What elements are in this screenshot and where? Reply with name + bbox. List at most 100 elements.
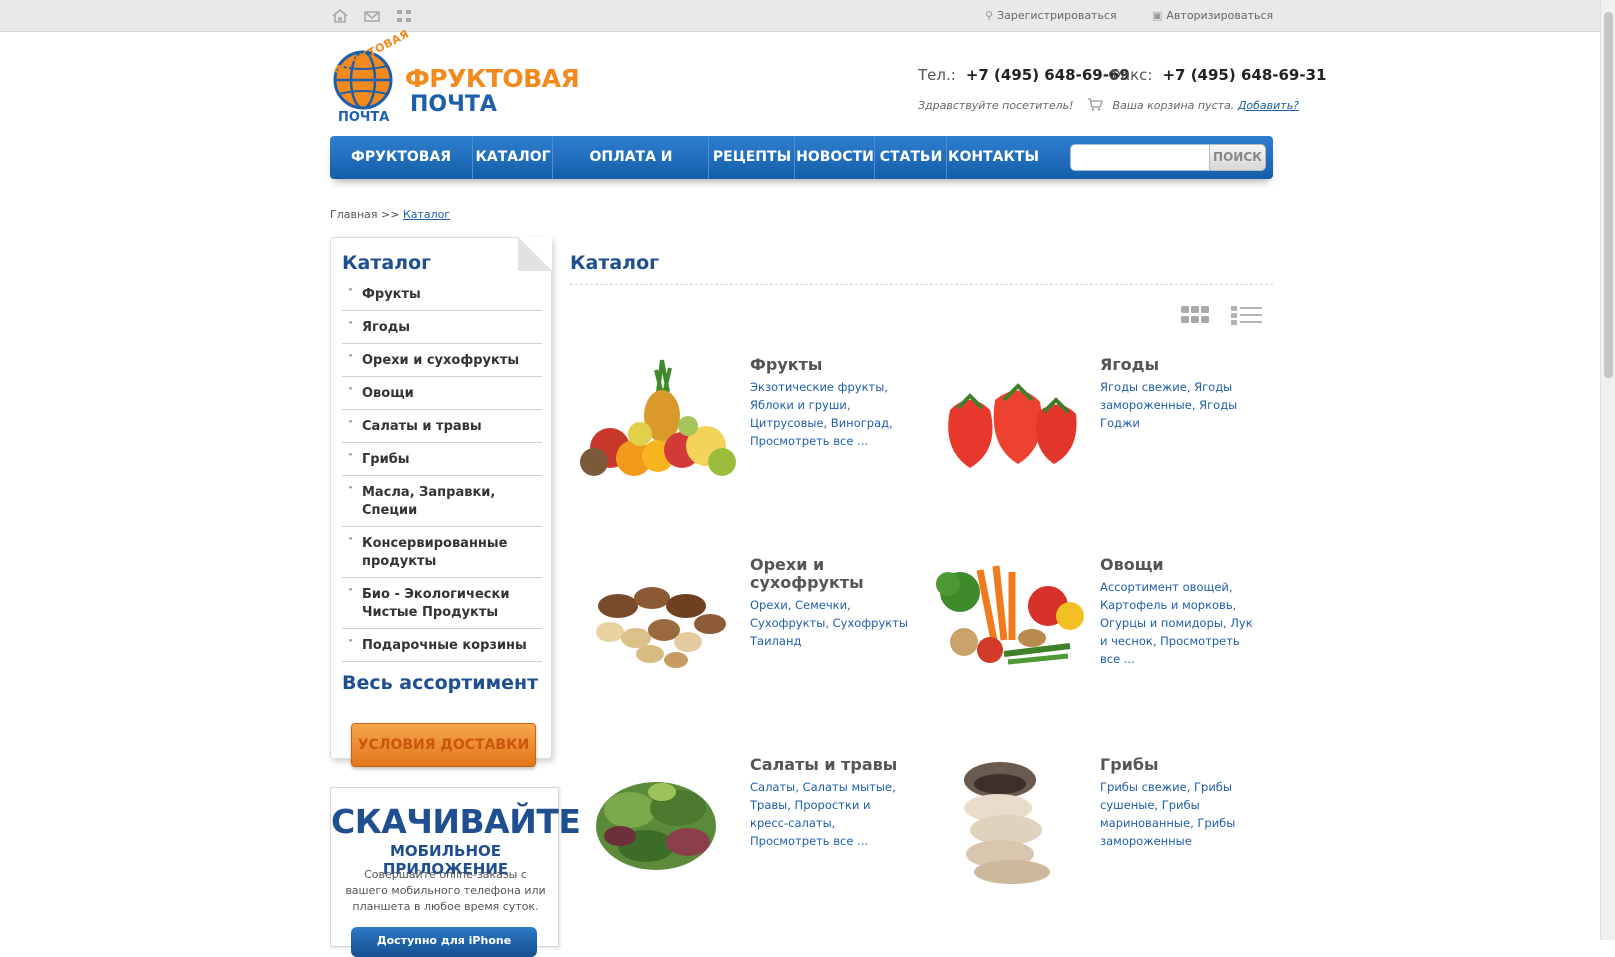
sidebar-item-label: Овощи — [362, 386, 414, 401]
logo-bottom-text: ПОЧТА — [338, 110, 390, 125]
logo-title-line1: ФРУКТОВАЯ — [405, 64, 580, 93]
cart-add-link[interactable]: Добавить? — [1238, 99, 1299, 112]
chevron-down-icon: ˅ — [348, 486, 353, 497]
app-promo-box: СКАЧИВАЙТЕ МОБИЛЬНОЕ ПРИЛОЖЕНИЕ Совершай… — [330, 787, 581, 957]
page-title: Каталог — [570, 252, 660, 274]
greeting-text: Здравствуйте посетитель! — [918, 99, 1074, 112]
search-input[interactable] — [1070, 144, 1210, 171]
breadcrumb-home[interactable]: Главная — [330, 208, 378, 221]
fruits-image[interactable] — [570, 350, 745, 490]
mushrooms-image[interactable] — [920, 750, 1095, 890]
sidebar-item-label: Салаты и травы — [362, 419, 482, 434]
sidebar-category-list: ˅ Фрукты ˅ Ягоды ˅ Орехи и сухофрукты ˅ Овощ… — [342, 278, 542, 662]
all-assortment-link[interactable]: Весь ассортимент — [342, 672, 538, 694]
category-card-fruits: Фрукты Экзотические фрукты, Яблоки и гру… — [570, 350, 910, 520]
sidebar-item-bio[interactable]: ˅ Био - Экологически Чистые Продукты — [342, 578, 542, 629]
sidebar-item-vegetables[interactable]: ˅ Овощи — [342, 377, 542, 410]
fax-number: +7 (495) 648-69-31 — [1162, 66, 1327, 84]
chevron-down-icon: ˅ — [348, 588, 353, 599]
sidebar-item-berries[interactable]: ˅ Ягоды — [342, 311, 542, 344]
nuts-image[interactable] — [570, 550, 745, 690]
sidebar-item-canned[interactable]: ˅ Консервированные продукты — [342, 527, 542, 578]
category-title[interactable]: Фрукты — [750, 356, 910, 374]
page-fold-corner — [518, 237, 552, 271]
chevron-down-icon: ˅ — [348, 354, 353, 365]
category-card-salads: Салаты и травы Салаты, Салаты мытые, Тра… — [570, 750, 910, 920]
sidebar-item-label: Ягоды — [362, 320, 410, 335]
breadcrumb-current[interactable]: Каталог — [403, 208, 450, 221]
sidebar-item-label: Био - Экологически Чистые Продукты — [362, 587, 510, 620]
register-label: Зарегистрироваться — [997, 9, 1117, 22]
app-store-button[interactable]: Доступно для iPhone — [351, 927, 537, 957]
chevron-down-icon: ˅ — [348, 453, 353, 464]
key-icon: ⚲ — [985, 9, 994, 22]
page-scrollbar[interactable] — [1600, 0, 1615, 940]
sidebar-item-mushrooms[interactable]: ˅ Грибы — [342, 443, 542, 476]
sidebar-item-salads[interactable]: ˅ Салаты и травы — [342, 410, 542, 443]
login-link[interactable]: ▣ Авторизироваться — [1152, 9, 1273, 22]
category-subcategory-links[interactable]: Грибы свежие, Грибы сушеные, Грибы марин… — [1100, 778, 1260, 850]
chevron-down-icon: ˅ — [348, 321, 353, 332]
phone-number: +7 (495) 648-69-69 — [965, 66, 1130, 84]
mail-icon[interactable] — [363, 8, 381, 24]
salad-greens-image[interactable] — [570, 750, 745, 890]
category-subcategory-links[interactable]: Экзотические фрукты, Яблоки и груши, Цит… — [750, 378, 910, 450]
sidebar-item-label: Грибы — [362, 452, 410, 467]
chevron-down-icon: ˅ — [348, 288, 353, 299]
nav-item-articles[interactable]: СТАТЬИ — [876, 136, 946, 179]
sidebar-item-oils[interactable]: ˅ Масла, Заправки, Специи — [342, 476, 542, 527]
delivery-terms-button[interactable]: УСЛОВИЯ ДОСТАВКИ — [351, 723, 536, 767]
grid-view-icon[interactable] — [1181, 305, 1211, 325]
logo-title-line2: ПОЧТА — [410, 92, 497, 117]
app-promo-headline: СКАЧИВАЙТЕ — [331, 802, 581, 841]
nav-item-recipes[interactable]: РЕЦЕПТЫ — [710, 136, 794, 179]
nav-item-fruit-post[interactable]: ФРУКТОВАЯ ПОЧТА — [330, 136, 472, 208]
sidebar-catalog-box: Каталог ˅ Фрукты ˅ Ягоды ˅ Орехи и сухофрук… — [330, 237, 552, 767]
category-card-vegetables: Овощи Ассортимент овощей, Картофель и мо… — [920, 550, 1260, 720]
nav-item-news[interactable]: НОВОСТИ — [796, 136, 874, 179]
cart-icon[interactable] — [1087, 98, 1103, 111]
category-subcategory-links[interactable]: Ассортимент овощей, Картофель и морковь,… — [1100, 578, 1260, 668]
sidebar-item-label: Орехи и сухофрукты — [362, 353, 520, 368]
category-subcategory-links[interactable]: Салаты, Салаты мытые, Травы, Проростки и… — [750, 778, 910, 850]
category-title[interactable]: Орехи и сухофрукты — [750, 556, 910, 592]
sidebar-item-label: Фрукты — [362, 287, 421, 302]
sidebar-item-nuts[interactable]: ˅ Орехи и сухофрукты — [342, 344, 542, 377]
top-utility-bar: ⚲ Зарегистрироваться ▣ Авторизироваться — [0, 0, 1600, 32]
briefcase-icon: ▣ — [1152, 9, 1163, 22]
category-subcategory-links[interactable]: Ягоды свежие, Ягоды замороженные, Ягоды … — [1100, 378, 1260, 432]
sidebar-item-label: Подарочные корзины — [362, 638, 527, 653]
fax-label: Факс: — [1108, 66, 1153, 84]
nav-item-payment-delivery[interactable]: ОПЛАТА И ДОСТАВКА — [554, 136, 708, 208]
nav-item-catalog[interactable]: КАТАЛОГ — [474, 136, 552, 179]
category-title[interactable]: Салаты и травы — [750, 756, 910, 774]
list-view-icon[interactable] — [1231, 305, 1263, 325]
breadcrumb-separator: >> — [381, 208, 400, 221]
sidebar-item-gift-baskets[interactable]: ˅ Подарочные корзины — [342, 629, 542, 662]
search-button[interactable]: ПОИСК — [1209, 144, 1266, 171]
category-subcategory-links[interactable]: Орехи, Семечки, Сухофрукты, Сухофрукты Т… — [750, 596, 910, 650]
sidebar-item-label: Масла, Заправки, Специи — [362, 485, 496, 518]
site-logo[interactable]: ФРУКТОВАЯ ПОЧТА ФРУКТОВАЯ ПОЧТА — [330, 27, 580, 128]
register-link[interactable]: ⚲ Зарегистрироваться — [985, 9, 1117, 22]
sidebar-item-fruits[interactable]: ˅ Фрукты — [342, 278, 542, 311]
sidebar-title: Каталог — [342, 252, 432, 274]
category-title[interactable]: Овощи — [1100, 556, 1260, 574]
category-card-mushrooms: Грибы Грибы свежие, Грибы сушеные, Грибы… — [920, 750, 1260, 920]
app-promo-text: Совершайте online-заказы с вашего мобиль… — [345, 868, 546, 913]
breadcrumb: Главная >> Каталог — [330, 208, 450, 221]
strawberries-image[interactable] — [920, 350, 1095, 490]
chevron-down-icon: ˅ — [348, 387, 353, 398]
category-title[interactable]: Грибы — [1100, 756, 1260, 774]
category-card-nuts: Орехи и сухофрукты Орехи, Семечки, Сухоф… — [570, 550, 910, 720]
cart-status-line: Здравствуйте посетитель! Ваша корзина пу… — [918, 98, 1299, 112]
chevron-down-icon: ˅ — [348, 639, 353, 650]
sitemap-icon[interactable] — [395, 8, 413, 24]
scrollbar-thumb[interactable] — [1604, 12, 1613, 378]
chevron-down-icon: ˅ — [348, 420, 353, 431]
vegetables-image[interactable] — [920, 550, 1095, 690]
category-title[interactable]: Ягоды — [1100, 356, 1260, 374]
nav-item-contacts[interactable]: КОНТАКТЫ — [948, 136, 1039, 179]
home-icon[interactable] — [331, 8, 349, 24]
fax-contact: Факс: +7 (495) 648-69-31 — [1108, 66, 1326, 84]
